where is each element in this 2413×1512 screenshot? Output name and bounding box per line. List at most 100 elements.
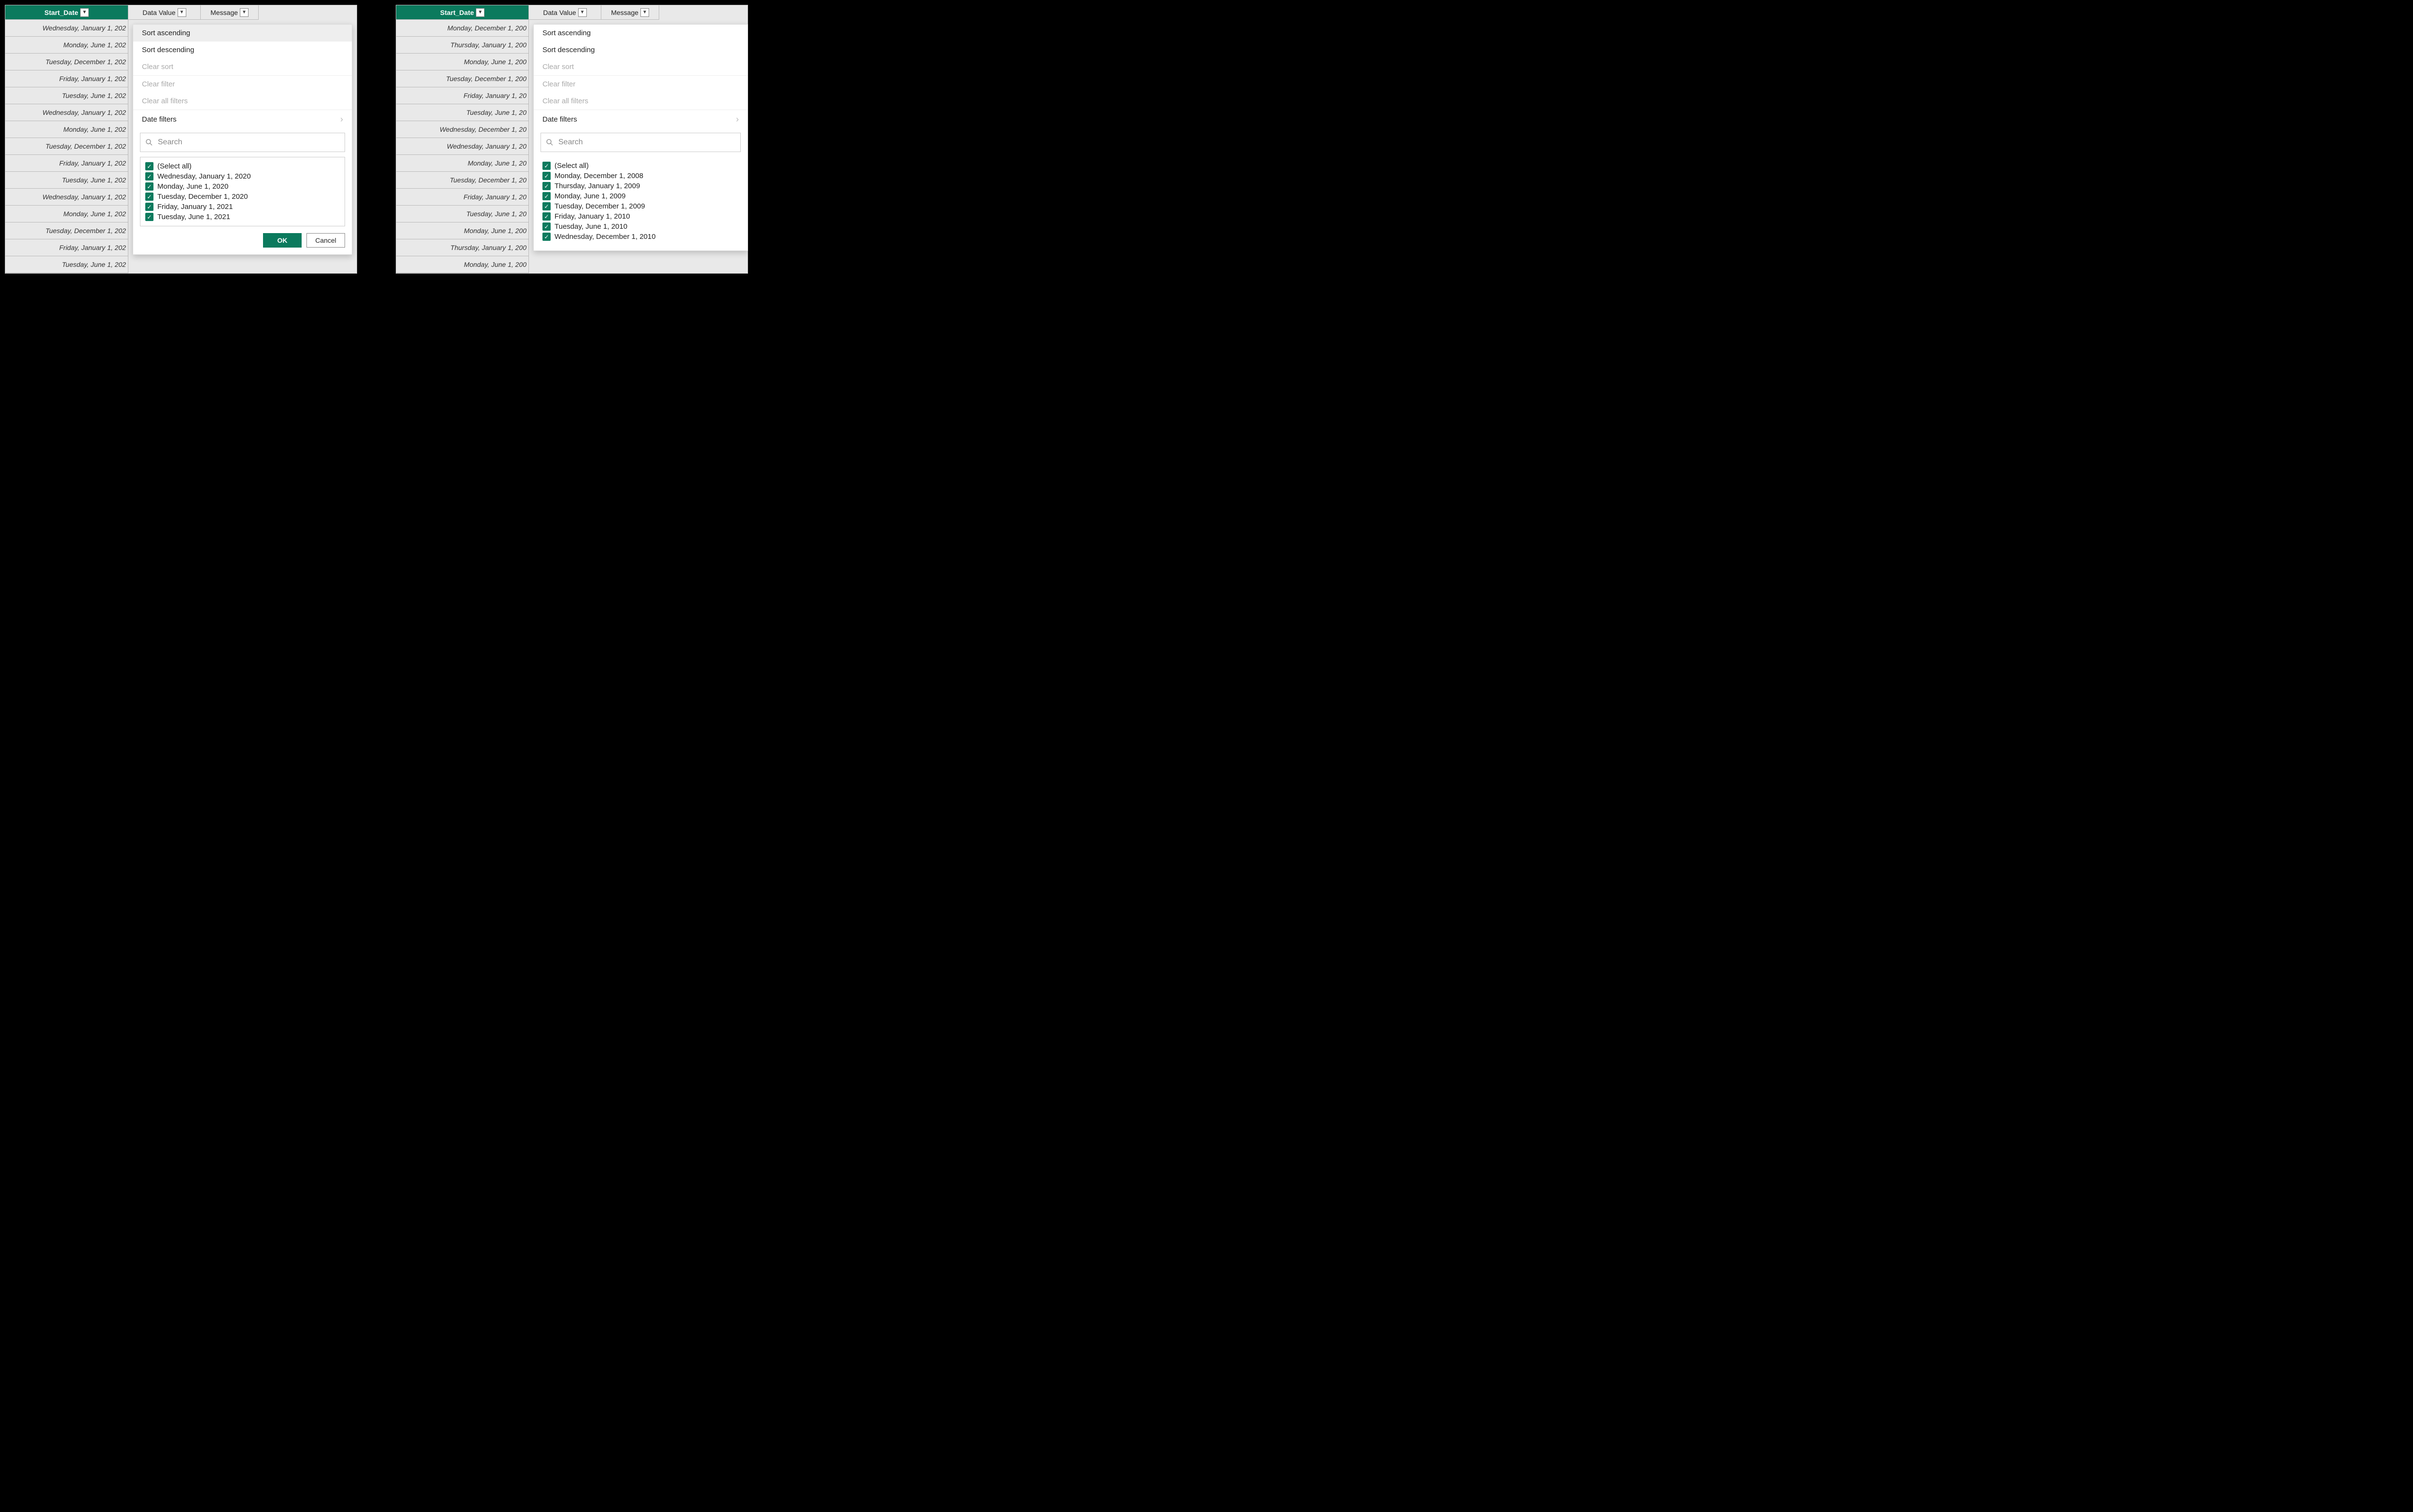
- table-row[interactable]: Friday, January 1, 202: [5, 155, 128, 172]
- table-row[interactable]: Monday, June 1, 200: [396, 256, 528, 273]
- column-header-label: Message: [210, 9, 238, 16]
- filter-option[interactable]: ✓Tuesday, December 1, 2009: [542, 201, 736, 211]
- table-row[interactable]: Monday, December 1, 200: [396, 20, 528, 37]
- table-row[interactable]: Monday, June 1, 202: [5, 121, 128, 138]
- table-row[interactable]: Thursday, January 1, 200: [396, 239, 528, 256]
- filter-option[interactable]: ✓ Monday, June 1, 2009: [542, 191, 736, 201]
- menu-clear-sort: Clear sort: [133, 58, 352, 75]
- filter-option[interactable]: ✓Monday, December 1, 2008: [542, 171, 736, 181]
- filter-option-label: Tuesday, June 1, 2010: [555, 222, 627, 231]
- table-row[interactable]: Friday, January 1, 20: [396, 87, 528, 104]
- menu-sort-descending[interactable]: Sort descending: [534, 42, 748, 58]
- table-row[interactable]: Friday, January 1, 20: [396, 189, 528, 206]
- table-row[interactable]: Monday, June 1, 202: [5, 37, 128, 54]
- menu-date-filters[interactable]: Date filters ›: [534, 110, 748, 129]
- dropdown-icon[interactable]: ▼: [640, 8, 649, 17]
- table-row[interactable]: Tuesday, December 1, 20: [396, 172, 528, 189]
- filter-option[interactable]: ✓Tuesday, June 1, 2010: [542, 222, 736, 232]
- filter-option[interactable]: ✓Friday, January 1, 2021: [145, 202, 340, 212]
- filter-option-label: Friday, January 1, 2010: [555, 212, 630, 221]
- menu-item-label: Clear sort: [542, 63, 574, 71]
- table-row[interactable]: Wednesday, January 1, 202: [5, 189, 128, 206]
- checkbox-checked-icon: ✓: [542, 212, 551, 221]
- table-row[interactable]: Tuesday, December 1, 202: [5, 138, 128, 155]
- menu-clear-filter: Clear filter: [133, 76, 352, 93]
- search-input-wrapper[interactable]: [541, 133, 741, 152]
- table-row[interactable]: Friday, January 1, 202: [5, 239, 128, 256]
- table-row[interactable]: Monday, June 1, 200: [396, 54, 528, 70]
- column-header-data-value[interactable]: Data Value ▼: [128, 5, 201, 20]
- filter-option-select-all[interactable]: ✓ (Select all): [542, 161, 736, 171]
- filter-option[interactable]: ✓Thursday, January 1, 2009: [542, 181, 736, 191]
- checkbox-checked-icon: ✓: [542, 162, 551, 170]
- table-row[interactable]: Tuesday, December 1, 200: [396, 70, 528, 87]
- table-row[interactable]: Tuesday, December 1, 202: [5, 54, 128, 70]
- dropdown-icon[interactable]: ▼: [178, 8, 186, 17]
- chevron-right-icon: ›: [340, 114, 343, 125]
- dropdown-icon[interactable]: ▼: [476, 8, 485, 17]
- table-row[interactable]: Tuesday, December 1, 202: [5, 222, 128, 239]
- filter-option[interactable]: ✓Wednesday, January 1, 2020: [145, 171, 340, 181]
- table-row[interactable]: Tuesday, June 1, 202: [5, 172, 128, 189]
- menu-sort-ascending[interactable]: Sort ascending: [534, 25, 748, 42]
- menu-sort-ascending[interactable]: Sort ascending: [133, 25, 352, 42]
- menu-clear-all-filters: Clear all filters: [133, 93, 352, 110]
- table-row[interactable]: Wednesday, January 1, 20: [396, 138, 528, 155]
- search-input-wrapper[interactable]: [140, 133, 345, 152]
- table-row[interactable]: Wednesday, January 1, 202: [5, 104, 128, 121]
- table-row[interactable]: Friday, January 1, 202: [5, 70, 128, 87]
- column-header-label: Start_Date: [440, 9, 474, 16]
- table-row[interactable]: Tuesday, June 1, 202: [5, 256, 128, 273]
- filter-option-label: Monday, June 1, 2009: [555, 192, 625, 200]
- menu-item-label: Clear filter: [542, 80, 575, 88]
- menu-clear-filter: Clear filter: [534, 76, 748, 93]
- filter-option-label: Tuesday, December 1, 2009: [555, 202, 645, 210]
- search-input[interactable]: [557, 138, 735, 147]
- filter-option[interactable]: ✓ Wednesday, December 1, 2010: [542, 232, 736, 242]
- table-row[interactable]: Monday, June 1, 200: [396, 222, 528, 239]
- column-header-message[interactable]: Message ▼: [201, 5, 259, 20]
- cancel-button[interactable]: Cancel: [306, 233, 345, 248]
- menu-item-label: Sort ascending: [142, 29, 190, 37]
- filter-option[interactable]: ✓Tuesday, December 1, 2020: [145, 192, 340, 202]
- table-row[interactable]: Thursday, January 1, 200: [396, 37, 528, 54]
- dropdown-icon[interactable]: ▼: [240, 8, 249, 17]
- table-row[interactable]: Monday, June 1, 202: [5, 206, 128, 222]
- menu-date-filters[interactable]: Date filters ›: [133, 110, 352, 129]
- filter-option-select-all[interactable]: ✓ (Select all): [145, 161, 340, 171]
- ok-button[interactable]: OK: [263, 233, 302, 248]
- filter-option-label: Wednesday, December 1, 2010: [555, 233, 656, 241]
- checkbox-checked-icon: ✓: [145, 172, 153, 180]
- table-row[interactable]: Monday, June 1, 20: [396, 155, 528, 172]
- dropdown-icon[interactable]: ▼: [578, 8, 587, 17]
- column-header-message[interactable]: Message ▼: [601, 5, 659, 20]
- checkbox-checked-icon: ✓: [542, 192, 551, 200]
- menu-item-label: Clear all filters: [542, 97, 588, 105]
- checkbox-checked-icon: ✓: [145, 203, 153, 211]
- filter-option[interactable]: ✓ Friday, January 1, 2010: [542, 211, 736, 222]
- filter-option-label: Monday, June 1, 2020: [157, 182, 228, 191]
- search-input[interactable]: [157, 138, 340, 147]
- table-row[interactable]: Tuesday, June 1, 20: [396, 104, 528, 121]
- button-label: OK: [277, 236, 288, 244]
- column-header-start-date[interactable]: Start_Date ▼: [5, 5, 128, 20]
- column-header-label: Start_Date: [44, 9, 78, 16]
- filter-option-label: (Select all): [157, 162, 192, 170]
- table-row[interactable]: Wednesday, January 1, 202: [5, 20, 128, 37]
- column-header-start-date[interactable]: Start_Date ▼: [396, 5, 529, 20]
- filter-option-label: Monday, December 1, 2008: [555, 172, 643, 180]
- table-row[interactable]: Wednesday, December 1, 20: [396, 121, 528, 138]
- checkbox-checked-icon: ✓: [145, 193, 153, 201]
- menu-sort-descending[interactable]: Sort descending: [133, 42, 352, 58]
- filter-option[interactable]: ✓Tuesday, June 1, 2021: [145, 212, 340, 222]
- table-row[interactable]: Tuesday, June 1, 20: [396, 206, 528, 222]
- filter-option[interactable]: ✓Monday, June 1, 2020: [145, 181, 340, 192]
- button-label: Cancel: [315, 236, 336, 244]
- search-icon: [145, 139, 153, 146]
- checkbox-checked-icon: ✓: [542, 233, 551, 241]
- column-header-data-value[interactable]: Data Value ▼: [529, 5, 601, 20]
- menu-item-label: Clear all filters: [142, 97, 188, 105]
- column-header-label: Data Value: [142, 9, 175, 16]
- table-row[interactable]: Tuesday, June 1, 202: [5, 87, 128, 104]
- dropdown-icon[interactable]: ▼: [80, 8, 89, 17]
